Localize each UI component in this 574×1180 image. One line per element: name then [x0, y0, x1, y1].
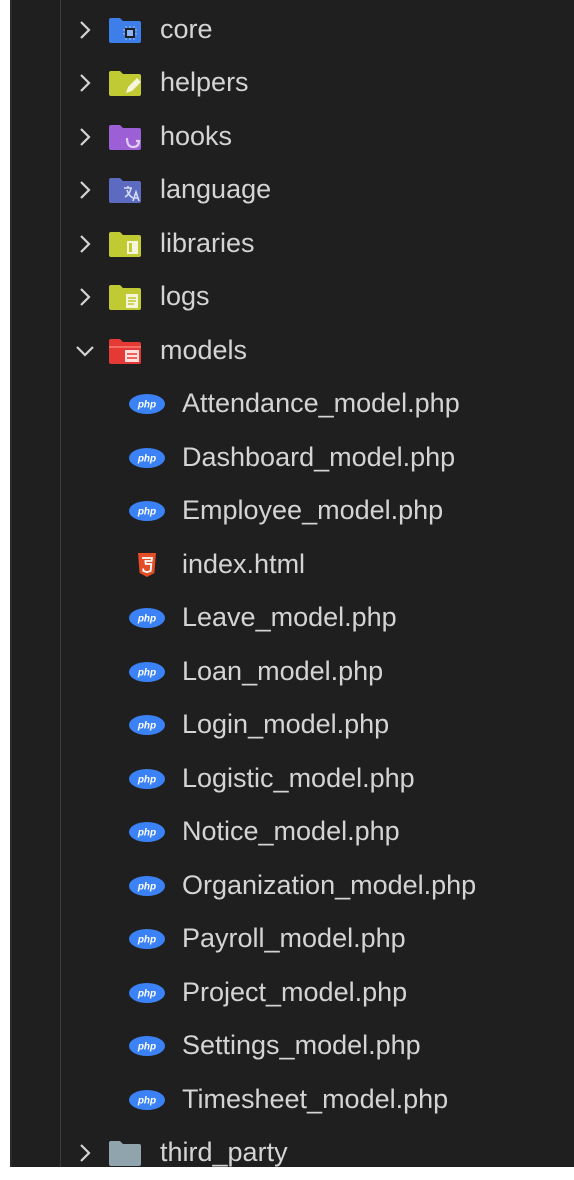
file-row[interactable]: php Payroll_model.php [12, 913, 572, 967]
file-label: Timesheet_model.php [182, 1084, 448, 1115]
svg-text:php: php [137, 1095, 156, 1106]
php-icon: php [128, 498, 166, 524]
chevron-right-icon [74, 233, 96, 255]
file-label: Loan_model.php [182, 656, 383, 687]
chevron-right-icon [74, 126, 96, 148]
svg-text:php: php [137, 614, 156, 625]
php-icon: php [128, 819, 166, 845]
folder-icon [108, 1139, 142, 1167]
file-label: Employee_model.php [182, 495, 443, 526]
file-row[interactable]: index.html [12, 538, 572, 592]
folder-label: hooks [160, 121, 232, 152]
folder-label: logs [160, 281, 210, 312]
file-label: Notice_model.php [182, 816, 400, 847]
file-row[interactable]: php Project_model.php [12, 966, 572, 1020]
php-icon: php [128, 926, 166, 952]
chevron-right-icon [74, 1142, 96, 1164]
file-row[interactable]: php Organization_model.php [12, 859, 572, 913]
folder-label: language [160, 174, 271, 205]
php-icon: php [128, 605, 166, 631]
folder-row-language[interactable]: language [12, 164, 572, 218]
file-row[interactable]: php Notice_model.php [12, 806, 572, 860]
svg-text:php: php [137, 988, 156, 999]
file-label: Settings_model.php [182, 1030, 421, 1061]
folder-label: models [160, 335, 247, 366]
php-icon: php [128, 980, 166, 1006]
php-icon: php [128, 391, 166, 417]
folder-row-helpers[interactable]: helpers [12, 57, 572, 111]
screenshot-canvas: core helpers hooks [0, 0, 574, 1167]
file-row[interactable]: php Settings_model.php [12, 1020, 572, 1074]
folder-label: libraries [160, 228, 255, 259]
folder-row-libraries[interactable]: libraries [12, 217, 572, 271]
svg-text:php: php [137, 507, 156, 518]
folder-label: third_party [160, 1137, 288, 1168]
file-row[interactable]: php Login_model.php [12, 699, 572, 753]
folder-label: helpers [160, 67, 249, 98]
svg-text:php: php [137, 400, 156, 411]
folder-logs-icon [108, 283, 142, 311]
folder-core-icon [108, 16, 142, 44]
folder-row-logs[interactable]: logs [12, 271, 572, 325]
file-label: Logistic_model.php [182, 763, 415, 794]
svg-text:php: php [137, 828, 156, 839]
chevron-right-icon [74, 179, 96, 201]
php-icon: php [128, 873, 166, 899]
html5-icon [128, 552, 166, 578]
folder-language-icon [108, 176, 142, 204]
chevron-right-icon [74, 19, 96, 41]
folder-models-icon [108, 337, 142, 365]
file-row[interactable]: php Loan_model.php [12, 645, 572, 699]
file-row[interactable]: php Dashboard_model.php [12, 431, 572, 485]
file-row[interactable]: php Logistic_model.php [12, 752, 572, 806]
file-label: Project_model.php [182, 977, 407, 1008]
folder-helpers-icon [108, 69, 142, 97]
file-label: Dashboard_model.php [182, 442, 455, 473]
file-label: index.html [182, 549, 305, 580]
svg-text:php: php [137, 774, 156, 785]
file-tree: core helpers hooks [12, 3, 572, 1180]
folder-row-models[interactable]: models [12, 324, 572, 378]
svg-text:php: php [137, 667, 156, 678]
php-icon: php [128, 445, 166, 471]
file-row[interactable]: php Leave_model.php [12, 592, 572, 646]
file-label: Organization_model.php [182, 870, 476, 901]
folder-row-hooks[interactable]: hooks [12, 110, 572, 164]
php-icon: php [128, 712, 166, 738]
folder-libraries-icon [108, 230, 142, 258]
file-label: Payroll_model.php [182, 923, 406, 954]
svg-text:php: php [137, 1042, 156, 1053]
chevron-down-icon [74, 340, 96, 362]
php-icon: php [128, 1033, 166, 1059]
php-icon: php [128, 659, 166, 685]
svg-text:php: php [137, 453, 156, 464]
folder-label: core [160, 14, 213, 45]
file-explorer: core helpers hooks [10, 0, 574, 1167]
file-row[interactable]: php Timesheet_model.php [12, 1073, 572, 1127]
folder-row-third-party[interactable]: third_party [12, 1127, 572, 1180]
file-label: Attendance_model.php [182, 388, 460, 419]
chevron-right-icon [74, 72, 96, 94]
svg-text:php: php [137, 721, 156, 732]
file-row[interactable]: php Employee_model.php [12, 485, 572, 539]
php-icon: php [128, 1087, 166, 1113]
file-row[interactable]: php Attendance_model.php [12, 378, 572, 432]
file-label: Login_model.php [182, 709, 389, 740]
folder-row-core[interactable]: core [12, 3, 572, 57]
file-label: Leave_model.php [182, 602, 397, 633]
php-icon: php [128, 766, 166, 792]
svg-text:php: php [137, 881, 156, 892]
chevron-right-icon [74, 286, 96, 308]
svg-text:php: php [137, 935, 156, 946]
folder-hooks-icon [108, 123, 142, 151]
